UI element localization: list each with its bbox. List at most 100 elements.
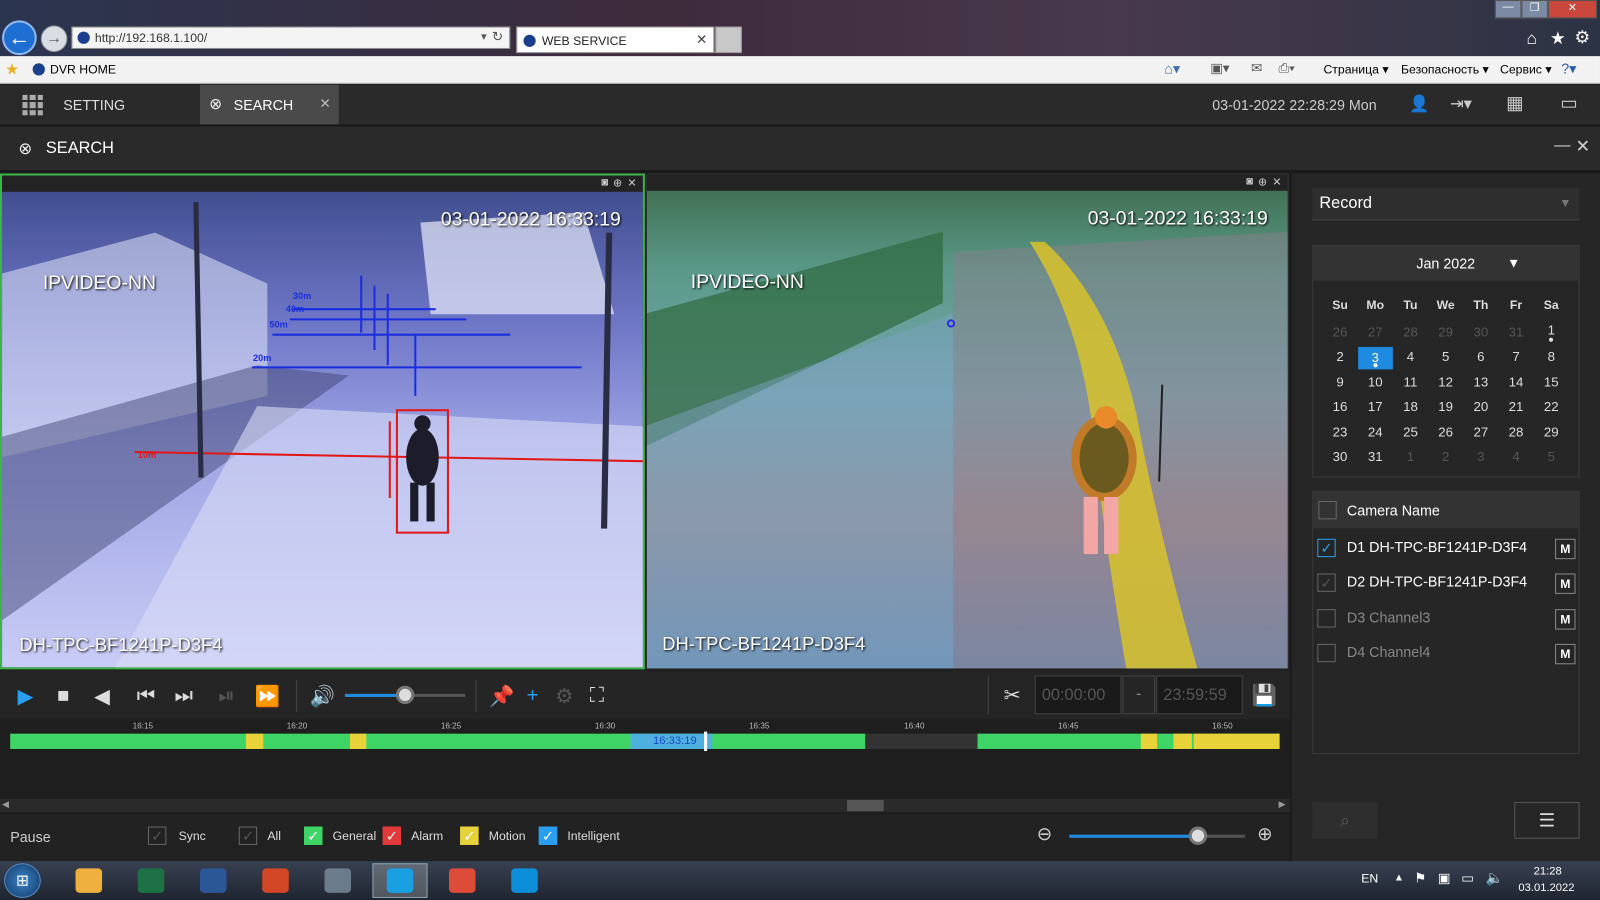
apps-grid-icon[interactable] [22,94,43,116]
sync-checkbox[interactable]: ✓ [147,826,167,845]
calendar-day[interactable]: 6 [1463,344,1498,369]
pin-icon[interactable]: 📌 [488,682,517,711]
save-clip-icon[interactable]: 💾 [1250,681,1279,710]
filter-general[interactable]: ✓ General [304,826,376,845]
camera-checkbox[interactable]: ✓ [1317,573,1336,593]
filter-intelligent[interactable]: ✓ Intelligent [538,826,620,845]
language-indicator[interactable]: EN [1361,871,1378,885]
calendar-day[interactable]: 28 [1498,419,1533,444]
calendar-day[interactable]: 16 [1322,394,1357,419]
favorites-star-icon[interactable]: ★ [1550,29,1566,49]
calendar-day[interactable]: 24 [1358,419,1393,444]
calendar-day[interactable]: 13 [1463,369,1498,394]
new-tab-button[interactable] [715,26,742,54]
forward-button[interactable]: → [40,25,68,53]
gear-icon[interactable]: ⚙ [1574,28,1590,48]
record-track[interactable] [10,733,1280,749]
volume-icon[interactable]: 🔊 [308,682,337,711]
dropdown-arrow-icon[interactable]: ▾ [481,30,487,43]
frame-step-button[interactable]: ⏯ [212,682,241,711]
camera-m-button[interactable]: M [1555,608,1576,630]
play-button[interactable]: ▶ [11,682,40,711]
address-bar[interactable]: http://192.168.1.100/ ▾ ↻ [71,26,511,49]
calendar-day[interactable]: 29 [1534,419,1569,444]
calendar-day[interactable]: 31 [1358,444,1393,469]
smart-search-icon[interactable]: + [518,682,547,711]
speaker-icon[interactable]: 🔈 [1486,869,1504,886]
powerpoint-icon[interactable] [248,863,303,898]
filter-alarm[interactable]: ✓ Alarm [382,826,443,845]
zoom-in-icon[interactable]: ⊕ [1257,823,1272,844]
all-checkbox[interactable]: ✓ [238,826,258,845]
flag-icon[interactable]: ⚑ [1414,870,1426,886]
tab-search[interactable]: ⊗ SEARCH ✕ [199,84,339,125]
calendar-day[interactable]: 1 [1534,319,1569,344]
calendar-day[interactable]: 22 [1534,394,1569,419]
home-small-icon[interactable]: ⌂▾ [1164,60,1180,77]
calendar-day[interactable]: 14 [1498,369,1533,394]
close-panel-icon[interactable]: ✕ [1575,137,1590,157]
scroll-thumb[interactable] [846,799,884,812]
calendar-day[interactable]: 20 [1463,394,1498,419]
snapshot-icon[interactable]: ◙ [1246,176,1253,188]
home-icon[interactable]: ⌂ [1527,29,1537,49]
alarm-checkbox[interactable]: ✓ [382,826,402,845]
back-button[interactable]: ← [2,20,37,56]
intelligent-checkbox[interactable]: ✓ [538,826,558,845]
month-dropdown-icon[interactable]: ▼ [1507,255,1520,270]
device-icon[interactable]: ▣ [1438,870,1451,886]
timeline-cursor[interactable] [704,731,708,752]
calendar-day[interactable]: 23 [1322,419,1357,444]
select-all-cameras-checkbox[interactable] [1318,501,1337,520]
clock-date[interactable]: 03.01.2022 [1518,882,1574,894]
video-pane-1[interactable]: ◙ ⊕ ✕ 30m 40m 50m 20m 10m 03-01-2022 16:… [0,173,645,670]
camera-row[interactable]: ✓ D2 DH-TPC-BF1241P-D3F4 M [1312,566,1579,601]
ie-icon[interactable] [372,863,428,898]
fast-forward-button[interactable]: ⏩ [253,682,282,711]
stop-button[interactable]: ■ [49,682,78,711]
rss-icon[interactable]: ▣▾ [1210,60,1229,76]
calendar-day[interactable]: 18 [1393,394,1428,419]
calendar-day[interactable]: 3 [1357,344,1393,370]
close-video-icon[interactable]: ✕ [627,177,636,190]
help-icon[interactable]: ?▾ [1561,60,1576,77]
close-window-button[interactable]: ✕ [1547,0,1597,19]
calendar-day[interactable]: 19 [1428,394,1463,419]
refresh-icon[interactable]: ↻ [492,29,503,45]
camera-row[interactable]: ✓ D1 DH-TPC-BF1241P-D3F4 M [1312,531,1579,566]
search-records-button[interactable]: ⌕ [1312,802,1378,839]
minimize-panel-icon[interactable]: — [1554,137,1570,155]
qr-code-icon[interactable]: ▦ [1506,93,1523,114]
camera-row[interactable]: D4 Channel4 M [1312,636,1579,671]
video-pane-2[interactable]: ◙ ⊕ ✕ 03-01-2022 16:33:19 IPVIDEO-NN DH-… [645,173,1289,670]
clip-start-time[interactable]: 00:00:00 [1034,675,1122,715]
browser-tab[interactable]: WEB SERVICE ✕ [516,26,715,54]
calendar-day[interactable]: 11 [1393,369,1428,394]
zoom-icon[interactable]: ⊕ [613,177,622,190]
calculator-icon[interactable] [310,863,365,898]
close-video-icon[interactable]: ✕ [1272,176,1281,189]
clip-scissors-icon[interactable]: ✂ [998,681,1027,710]
calendar-day[interactable]: 4 [1393,344,1428,369]
menu-security[interactable]: Безопасность ▾ [1401,62,1489,76]
calendar-day[interactable]: 7 [1498,344,1533,369]
scroll-left-icon[interactable]: ◀ [2,799,9,810]
print-icon[interactable]: ⎙▾ [1279,60,1295,76]
calendar-day[interactable]: 27 [1463,419,1498,444]
camera-m-button[interactable]: M [1555,643,1576,665]
snapshot-icon[interactable]: ◙ [601,177,608,189]
camera-m-button[interactable]: M [1555,538,1576,560]
menu-page[interactable]: Страница ▾ [1323,62,1388,76]
user-icon[interactable]: 👤 [1409,94,1429,114]
word-icon[interactable] [186,863,241,898]
favorites-icon[interactable]: ★ [5,60,19,78]
restore-window-button[interactable]: ❐ [1521,0,1548,19]
calendar-day[interactable]: 30 [1322,444,1357,469]
menu-service[interactable]: Сервис ▾ [1500,62,1551,76]
tab-setting[interactable]: SETTING [63,97,125,113]
clip-end-time[interactable]: 23:59:59 [1156,675,1243,715]
excel-icon[interactable] [123,863,178,898]
record-type-select[interactable]: Record ▼ [1312,187,1580,221]
start-button[interactable]: ⊞ [4,863,41,898]
timeline-scrollbar[interactable]: ◀ ▶ [0,798,1290,813]
